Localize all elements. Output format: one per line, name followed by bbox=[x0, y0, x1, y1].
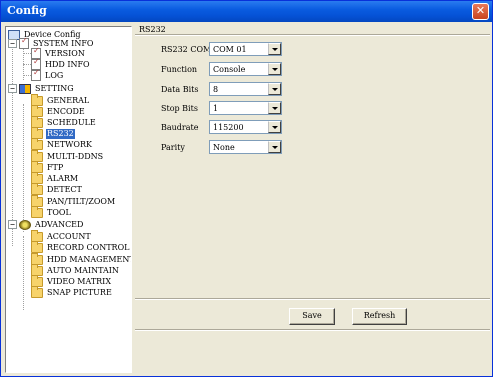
tree-item-label: SETTING bbox=[35, 83, 74, 93]
tree-item-label: MULTI-DDNS bbox=[47, 151, 104, 161]
folder-icon bbox=[31, 285, 43, 298]
tree-item-label: RS232 bbox=[46, 128, 75, 139]
document-check-icon bbox=[19, 36, 29, 49]
config-tree: Device Config − SYSTEM INFO VERSION HDD … bbox=[5, 26, 132, 373]
tree-item-account[interactable]: ACCOUNT bbox=[31, 229, 92, 242]
tree-item-general[interactable]: GENERAL bbox=[31, 93, 90, 106]
tree-item-log[interactable]: LOG bbox=[31, 68, 64, 81]
tree-item-label: FTP bbox=[47, 162, 64, 172]
tree-item-label: ENCODE bbox=[47, 106, 85, 116]
select-value: COM 01 bbox=[213, 45, 247, 54]
tree-item-label: ALARM bbox=[47, 173, 79, 183]
chevron-down-icon[interactable] bbox=[268, 63, 281, 75]
rs232-com-select[interactable]: COM 01 bbox=[209, 42, 282, 56]
tree-item-snap-picture[interactable]: SNAP PICTURE bbox=[31, 285, 113, 298]
tree-item-auto-maintain[interactable]: AUTO MAINTAIN bbox=[31, 263, 120, 276]
tree-item-label: TOOL bbox=[47, 207, 71, 217]
advanced-tools-icon bbox=[19, 219, 31, 230]
close-button[interactable]: ✕ bbox=[472, 3, 489, 20]
tree-item-encode[interactable]: ENCODE bbox=[31, 104, 86, 117]
folder-icon bbox=[31, 205, 43, 218]
tree-item-hdd-management[interactable]: HDD MANAGEMENT bbox=[31, 252, 132, 265]
select-value: 1 bbox=[213, 104, 219, 113]
baudrate-select[interactable]: 115200 bbox=[209, 120, 282, 134]
tree-item-label: VERSION bbox=[45, 48, 85, 58]
folder-icon bbox=[31, 240, 43, 253]
divider bbox=[135, 298, 490, 300]
tree-item-hdd-info[interactable]: HDD INFO bbox=[31, 57, 91, 70]
select-value: 115200 bbox=[213, 123, 244, 132]
chevron-down-icon[interactable] bbox=[268, 43, 281, 55]
select-value: None bbox=[213, 143, 235, 152]
tree-item-label: ADVANCED bbox=[35, 219, 84, 229]
tree-item-label: SNAP PICTURE bbox=[47, 287, 112, 297]
parity-select[interactable]: None bbox=[209, 140, 282, 154]
document-check-icon bbox=[31, 68, 41, 81]
tree-item-tool[interactable]: TOOL bbox=[31, 205, 72, 218]
function-select[interactable]: Console bbox=[209, 62, 282, 76]
stop-bits-select[interactable]: 1 bbox=[209, 101, 282, 115]
system-info-expander[interactable]: − bbox=[8, 39, 17, 48]
tree-item-multi-ddns[interactable]: MULTI-DDNS bbox=[31, 149, 104, 162]
refresh-button[interactable]: Refresh bbox=[352, 308, 407, 325]
rs232-panel: RS232 RS232 COM COM 01 Function Console … bbox=[135, 23, 490, 373]
advanced-expander[interactable]: − bbox=[8, 220, 17, 229]
setting-expander[interactable]: − bbox=[8, 84, 17, 93]
tree-item-label: SCHEDULE bbox=[47, 117, 96, 127]
tree-item-schedule[interactable]: SCHEDULE bbox=[31, 115, 97, 128]
save-button[interactable]: Save bbox=[289, 308, 335, 325]
title-bar[interactable]: Config ✕ bbox=[1, 1, 492, 22]
tree-item-pan-tilt-zoom[interactable]: PAN/TILT/ZOOM bbox=[31, 194, 116, 207]
tree-item-label: NETWORK bbox=[47, 139, 92, 149]
tree-item-advanced[interactable]: ADVANCED bbox=[19, 219, 84, 230]
chevron-down-icon[interactable] bbox=[268, 83, 281, 95]
tree-item-label: DETECT bbox=[47, 184, 82, 194]
tree-item-alarm[interactable]: ALARM bbox=[31, 171, 79, 184]
window-title: Config bbox=[7, 4, 47, 17]
folder-icon bbox=[31, 182, 43, 195]
tree-item-label: HDD INFO bbox=[45, 59, 90, 69]
tree-item-label: RECORD CONTROL bbox=[47, 242, 130, 252]
tree-item-label: GENERAL bbox=[47, 95, 90, 105]
select-value: Console bbox=[213, 65, 246, 74]
tree-item-record-control[interactable]: RECORD CONTROL bbox=[31, 240, 130, 253]
tree-item-label: ACCOUNT bbox=[47, 231, 91, 241]
config-window: Config ✕ Device Config − SYSTEM INFO VER… bbox=[0, 0, 493, 377]
select-value: 8 bbox=[213, 85, 219, 94]
folder-icon bbox=[31, 137, 43, 150]
tree-item-video-matrix[interactable]: VIDEO MATRIX bbox=[31, 274, 112, 287]
divider bbox=[135, 329, 490, 331]
data-bits-select[interactable]: 8 bbox=[209, 82, 282, 96]
section-title: RS232 bbox=[139, 25, 166, 34]
close-icon: ✕ bbox=[475, 4, 486, 17]
tree-item-label: LOG bbox=[45, 70, 64, 80]
chevron-down-icon[interactable] bbox=[268, 102, 281, 114]
tree-item-label: SYSTEM INFO bbox=[33, 38, 94, 48]
tree-item-label: AUTO MAINTAIN bbox=[47, 265, 119, 275]
settings-icon bbox=[19, 83, 31, 94]
tree-item-label: PAN/TILT/ZOOM bbox=[47, 196, 116, 206]
tree-item-detect[interactable]: DETECT bbox=[31, 182, 83, 195]
tree-item-label: HDD MANAGEMENT bbox=[47, 254, 132, 264]
chevron-down-icon[interactable] bbox=[268, 121, 281, 133]
chevron-down-icon[interactable] bbox=[268, 141, 281, 153]
tree-item-setting[interactable]: SETTING bbox=[19, 83, 75, 94]
tree-item-label: VIDEO MATRIX bbox=[47, 276, 112, 286]
tree-item-network[interactable]: NETWORK bbox=[31, 137, 93, 150]
divider bbox=[135, 34, 490, 36]
